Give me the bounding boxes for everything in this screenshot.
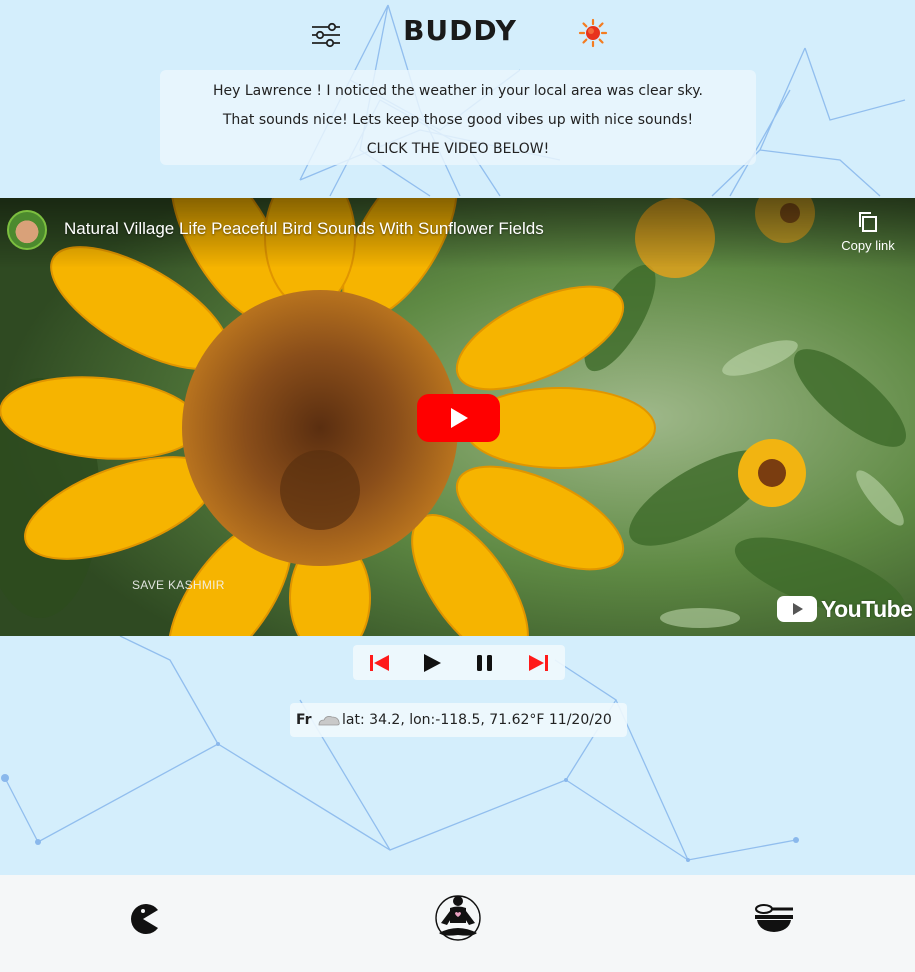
skip-next-icon[interactable]: [527, 653, 549, 673]
meditation-icon[interactable]: [433, 893, 483, 947]
skip-previous-icon[interactable]: [369, 653, 391, 673]
app-header: BUDDY: [0, 0, 915, 68]
cloud-icon: [318, 716, 340, 726]
location-weather-text: lat: 34.2, lon:-118.5, 71.62°F 11/20/20: [342, 712, 612, 728]
channel-avatar[interactable]: [7, 210, 47, 250]
bowl-whisk-icon[interactable]: [754, 903, 794, 939]
video-player[interactable]: Natural Village Life Peaceful Bird Sound…: [0, 198, 915, 636]
sliders-icon[interactable]: [310, 20, 344, 50]
copy-link-button[interactable]: Copy link: [828, 210, 908, 260]
pause-icon[interactable]: [474, 653, 496, 673]
youtube-wordmark: YouTube: [821, 595, 913, 622]
youtube-logo[interactable]: YouTube: [777, 595, 913, 623]
playback-controls: [353, 645, 565, 680]
message-line-2: That sounds nice! Lets keep those good v…: [222, 112, 694, 128]
video-title[interactable]: Natural Village Life Peaceful Bird Sound…: [64, 219, 544, 239]
day-label: Fr: [296, 712, 312, 728]
pacman-icon[interactable]: [126, 903, 160, 939]
message-line-1: Hey Lawrence ! I noticed the weather in …: [212, 83, 704, 99]
bottom-nav: [0, 875, 915, 972]
greeting-message: Hey Lawrence ! I noticed the weather in …: [160, 70, 756, 165]
copy-icon: [859, 212, 877, 232]
video-watermark: SAVE KASHMIR: [132, 578, 225, 592]
sun-icon: [578, 18, 608, 48]
app-title: BUDDY: [403, 14, 517, 47]
youtube-play-button[interactable]: [417, 394, 500, 442]
copy-link-label: Copy link: [841, 238, 895, 253]
play-icon[interactable]: [421, 653, 443, 673]
weather-status: Fr lat: 34.2, lon:-118.5, 71.62°F 11/20/…: [290, 703, 627, 737]
message-line-3: CLICK THE VIDEO BELOW!: [366, 141, 550, 157]
youtube-logo-icon: [777, 596, 817, 622]
